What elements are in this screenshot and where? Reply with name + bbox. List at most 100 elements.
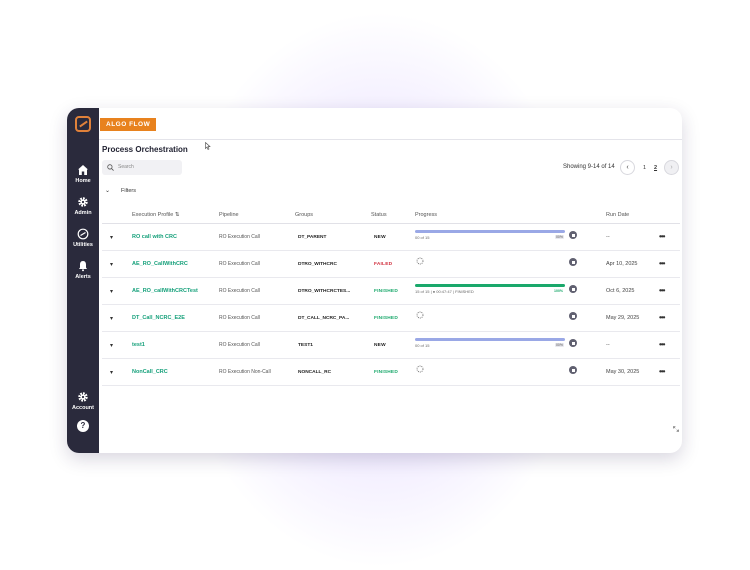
expand-row-icon[interactable]: ▾: [110, 261, 113, 268]
status-badge: FINISHED: [374, 370, 398, 375]
pipeline-cell: RO Execution Call: [219, 234, 260, 240]
sidebar-item-admin[interactable]: Admin: [67, 196, 99, 216]
expand-row-icon[interactable]: ▾: [110, 369, 113, 376]
column-header-profile[interactable]: Execution Profile ⇅: [132, 212, 179, 218]
progress-percent: 00%: [554, 235, 564, 239]
expand-row-icon[interactable]: ▾: [110, 342, 113, 349]
progress-text: 00 of 15: [415, 343, 430, 348]
progress-bar: [415, 338, 565, 341]
sort-icon[interactable]: ⇅: [175, 212, 180, 218]
filters-toggle[interactable]: ⌄ Filters: [105, 188, 136, 194]
profile-link[interactable]: AE_RO_CallWithCRC: [132, 261, 188, 267]
profile-link[interactable]: RO call with CRC: [132, 234, 177, 240]
more-options-icon[interactable]: •••: [659, 286, 665, 295]
progress-cell: [415, 311, 565, 325]
loading-spinner-icon: [416, 365, 424, 373]
app-window: Home Admin Utilities Alerts Account ? AL…: [67, 108, 682, 453]
link-icon: [77, 228, 89, 240]
table-row: ▾ NonCall_CRC RO Execution Non-Call NONC…: [102, 359, 680, 386]
run-date-cell: --: [606, 234, 610, 240]
pipeline-cell: RO Execution Call: [219, 261, 260, 267]
stop-icon[interactable]: [569, 231, 577, 239]
more-options-icon[interactable]: •••: [659, 367, 665, 376]
sidebar-item-alerts[interactable]: Alerts: [67, 260, 99, 280]
stop-icon[interactable]: [569, 312, 577, 320]
home-icon: [78, 165, 88, 175]
expand-row-icon[interactable]: ▾: [110, 234, 113, 241]
run-date-cell: May 29, 2025: [606, 315, 640, 321]
more-options-icon[interactable]: •••: [659, 259, 665, 268]
more-options-icon[interactable]: •••: [659, 313, 665, 322]
stop-icon[interactable]: [569, 366, 577, 374]
status-badge: NEW: [374, 235, 386, 240]
next-page-button[interactable]: ›: [664, 160, 679, 175]
prev-page-button[interactable]: ‹: [620, 160, 635, 175]
pipeline-cell: RO Execution Call: [219, 342, 260, 348]
expand-icon[interactable]: [673, 426, 679, 432]
progress-percent: 00%: [554, 343, 564, 347]
help-icon: ?: [77, 420, 89, 432]
gear-icon: [78, 392, 88, 402]
pipeline-cell: RO Execution Non-Call: [219, 369, 271, 375]
more-options-icon[interactable]: •••: [659, 232, 665, 241]
column-header-progress: Progress: [415, 212, 438, 218]
column-header-status: Status: [371, 212, 387, 218]
table-row: ▾ AE_RO_CallWithCRC RO Execution Call DT…: [102, 251, 680, 278]
table-row: ▾ DT_Call_NCRC_E2E RO Execution Call DT_…: [102, 305, 680, 332]
mouse-cursor-icon: [205, 142, 211, 150]
table-row: ▾ test1 RO Execution Call TEST1 NEW 00 o…: [102, 332, 680, 359]
run-date-cell: May 30, 2025: [606, 369, 640, 375]
app-logo-icon[interactable]: [75, 116, 91, 132]
top-bar: [99, 108, 682, 140]
run-date-cell: --: [606, 342, 610, 348]
group-cell: DT_CALL_NCRC_PA...: [298, 316, 350, 321]
group-cell: DTRO_WITHCRC: [298, 262, 337, 267]
profile-link[interactable]: AE_RO_callWithCRCTest: [132, 288, 198, 294]
group-cell: DTRO_WITHCRCTES...: [298, 289, 351, 294]
progress-cell: [415, 257, 565, 271]
run-date-cell: Apr 10, 2025: [606, 261, 638, 267]
progress-cell: [415, 365, 565, 379]
table-header: Execution Profile ⇅ Pipeline Groups Stat…: [102, 205, 680, 224]
chevron-down-icon: ⌄: [105, 188, 111, 194]
expand-row-icon[interactable]: ▾: [110, 315, 113, 322]
progress-cell: 15 of 15 | ● 00:47:47 | FINISHED 100%: [415, 284, 565, 298]
column-header-run-date: Run Date: [606, 212, 630, 218]
sidebar-item-label: Admin: [74, 210, 92, 216]
table-row: ▾ AE_RO_callWithCRCTest RO Execution Cal…: [102, 278, 680, 305]
page-number-2[interactable]: 2: [654, 165, 657, 171]
progress-text: 15 of 15 | ● 00:47:47 | FINISHED: [415, 289, 474, 294]
gear-icon: [78, 197, 88, 207]
progress-text: 00 of 15: [415, 235, 430, 240]
profile-link[interactable]: test1: [132, 342, 145, 348]
stop-icon[interactable]: [569, 339, 577, 347]
page-number-1[interactable]: 1: [643, 165, 646, 171]
help-button[interactable]: ?: [67, 420, 99, 432]
pipeline-cell: RO Execution Call: [219, 315, 260, 321]
more-options-icon[interactable]: •••: [659, 340, 665, 349]
search-input[interactable]: Search: [102, 160, 182, 175]
loading-spinner-icon: [416, 257, 424, 265]
profile-link[interactable]: NonCall_CRC: [132, 369, 168, 375]
sidebar-item-utilities[interactable]: Utilities: [67, 228, 99, 248]
column-header-pipeline: Pipeline: [219, 212, 239, 218]
sidebar-item-account[interactable]: Account: [67, 391, 99, 411]
page-title: Process Orchestration: [102, 145, 188, 154]
search-icon: [107, 164, 114, 171]
status-badge: NEW: [374, 343, 386, 348]
profile-link[interactable]: DT_Call_NCRC_E2E: [132, 315, 185, 321]
loading-spinner-icon: [416, 311, 424, 319]
column-header-groups: Groups: [295, 212, 314, 218]
search-placeholder: Search: [118, 164, 134, 170]
stop-icon[interactable]: [569, 258, 577, 266]
sidebar-item-home[interactable]: Home: [67, 164, 99, 184]
sidebar-item-label: Home: [75, 178, 91, 184]
sidebar-item-label: Utilities: [73, 242, 93, 248]
chevron-left-icon: ‹: [626, 164, 629, 171]
group-cell: TEST1: [298, 343, 313, 348]
progress-cell: 00 of 15 00%: [415, 230, 565, 244]
status-badge: FINISHED: [374, 316, 398, 321]
stop-icon[interactable]: [569, 285, 577, 293]
expand-row-icon[interactable]: ▾: [110, 288, 113, 295]
pipeline-cell: RO Execution Call: [219, 288, 260, 294]
